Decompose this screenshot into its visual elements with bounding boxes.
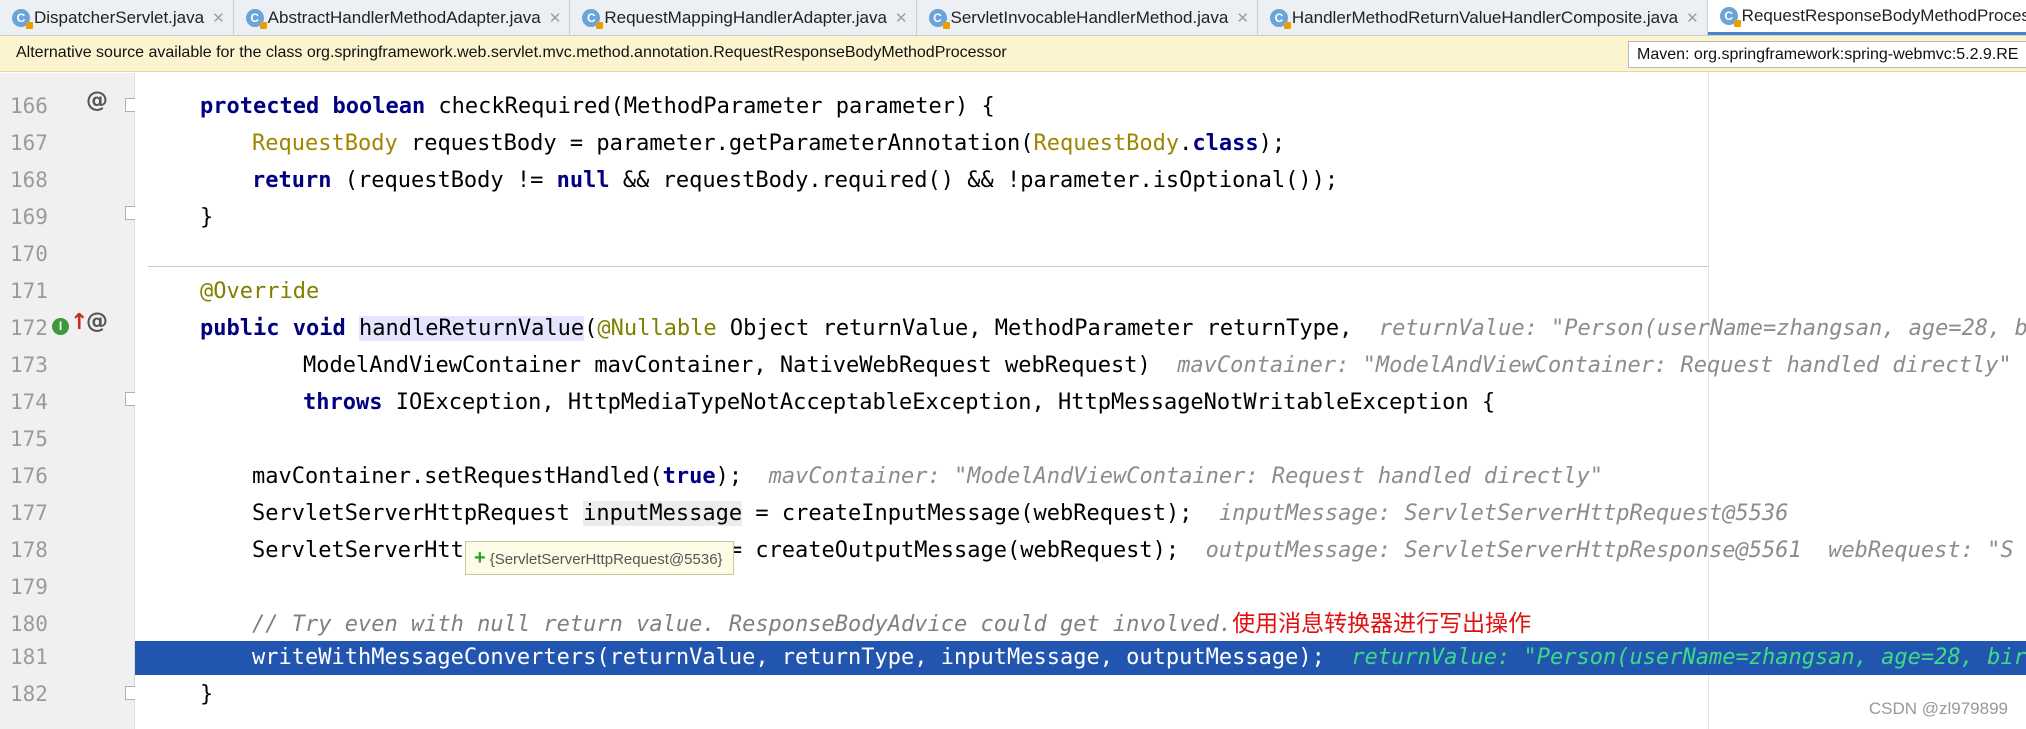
line-number: 178 <box>10 538 48 562</box>
java-class-icon: C <box>582 8 604 29</box>
line-number: 179 <box>10 575 48 599</box>
code-line-168: return (requestBody != null && requestBo… <box>252 168 1339 193</box>
code-line-169: } <box>200 205 214 230</box>
line-number: 177 <box>10 501 48 525</box>
code-line-180: // Try even with null return value. Resp… <box>252 611 1532 637</box>
code-line-171: @Override <box>200 279 320 304</box>
code-line-181-current: writeWithMessageConverters(returnValue, … <box>252 639 2026 676</box>
code-line-176: mavContainer.setRequestHandled(true); ma… <box>252 464 1604 489</box>
debug-inline-value: mavContainer: "ModelAndViewContainer: Re… <box>1177 353 2026 378</box>
tab-label: AbstractHandlerMethodAdapter.java <box>267 7 541 27</box>
line-number: 173 <box>10 353 48 377</box>
tab-handlermethodreturnvaluehandlercomposite[interactable]: C HandlerMethodReturnValueHandlerComposi… <box>1258 0 1708 35</box>
code-line-177: ServletServerHttpRequest inputMessage = … <box>252 501 1789 526</box>
code-line-182: } <box>200 682 214 707</box>
line-number: 168 <box>10 168 48 192</box>
line-number: 170 <box>10 242 48 266</box>
code-line-173: ModelAndViewContainer mavContainer, Nati… <box>303 347 2026 384</box>
code-line-166: protected boolean checkRequired(MethodPa… <box>200 94 995 119</box>
tab-label: RequestMappingHandlerAdapter.java <box>604 7 887 27</box>
close-icon[interactable]: ✕ <box>549 9 562 27</box>
tab-label: RequestResponseBodyMethodProcessor.java <box>1741 6 2026 25</box>
alternative-source-banner: Alternative source available for the cla… <box>0 36 2026 72</box>
code-line-167: RequestBody requestBody = parameter.getP… <box>252 131 1286 156</box>
implements-method-icon[interactable]: I <box>52 318 69 335</box>
close-icon[interactable]: ✕ <box>895 9 908 27</box>
java-class-icon: C <box>245 8 267 29</box>
code-line-172: public void handleReturnValue(@Nullable … <box>200 310 2026 347</box>
debug-inline-value: inputMessage: ServletServerHttpRequest@5… <box>1218 501 1789 526</box>
debug-value-tooltip[interactable]: + {ServletServerHttpRequest@5536} <box>465 541 734 575</box>
maven-source-selector[interactable]: Maven: org.springframework:spring-webmvc… <box>1628 41 2026 68</box>
editor-tab-bar: C DispatcherServlet.java ✕ C AbstractHan… <box>0 0 2026 36</box>
expand-plus-icon[interactable]: + <box>474 547 486 569</box>
close-icon[interactable]: ✕ <box>1686 9 1699 27</box>
debug-inline-value: mavContainer: "ModelAndViewContainer: Re… <box>768 464 1604 489</box>
close-icon[interactable]: ✕ <box>1236 9 1249 27</box>
line-number: 171 <box>10 279 48 303</box>
banner-message: Alternative source available for the cla… <box>16 44 1007 61</box>
code-line-174: throws IOException, HttpMediaTypeNotAcce… <box>303 390 1496 415</box>
debug-inline-value: outputMessage: ServletServerHttpResponse… <box>1205 538 2014 563</box>
java-class-icon: C <box>1719 7 1741 27</box>
variable-inputMessage[interactable]: inputMessage <box>583 501 743 526</box>
tab-dispatcherservlet[interactable]: C DispatcherServlet.java ✕ <box>0 0 234 35</box>
chinese-annotation-note: 使用消息转换器进行写出操作 <box>1232 611 1532 637</box>
watermark: CSDN @zl979899 <box>1868 699 2008 718</box>
java-class-icon: C <box>928 8 950 29</box>
line-number: 169 <box>10 205 48 229</box>
tab-requestresponsebodymethodprocessor[interactable]: C RequestResponseBodyMethodProcessor.jav… <box>1707 0 2026 35</box>
tab-servletinvocablehandlermethod[interactable]: C ServletInvocableHandlerMethod.java ✕ <box>917 0 1258 35</box>
line-number: 174 <box>10 390 48 414</box>
java-class-icon: C <box>1269 8 1291 29</box>
method-name-handleReturnValue[interactable]: handleReturnValue <box>358 316 585 341</box>
line-number: 181 <box>10 645 48 669</box>
close-icon[interactable]: ✕ <box>212 9 225 27</box>
line-number: 182 <box>10 682 48 706</box>
line-number: 175 <box>10 427 48 451</box>
tab-label: ServletInvocableHandlerMethod.java <box>950 7 1229 27</box>
tab-abstracthandlermethodadapter[interactable]: C AbstractHandlerMethodAdapter.java ✕ <box>234 0 571 35</box>
line-number: 180 <box>10 612 48 636</box>
override-marker-icon[interactable]: @ <box>86 309 108 334</box>
tab-requestmappinghandleradapter[interactable]: C RequestMappingHandlerAdapter.java ✕ <box>570 0 917 35</box>
override-marker-icon[interactable]: @ <box>86 88 108 113</box>
debug-inline-value: returnValue: "Person(userName=zhangsan, … <box>1378 316 2026 341</box>
tab-label: HandlerMethodReturnValueHandlerComposite… <box>1291 7 1679 27</box>
debug-inline-value: returnValue: "Person(userName=zhangsan, … <box>1351 645 2026 670</box>
line-number: 176 <box>10 464 48 488</box>
line-number: 166 <box>10 94 48 118</box>
java-class-icon: C <box>12 8 33 29</box>
line-number: 167 <box>10 131 48 155</box>
method-separator <box>148 266 1708 267</box>
tab-label: DispatcherServlet.java <box>34 7 205 27</box>
tooltip-value: {ServletServerHttpRequest@5536} <box>489 551 723 568</box>
